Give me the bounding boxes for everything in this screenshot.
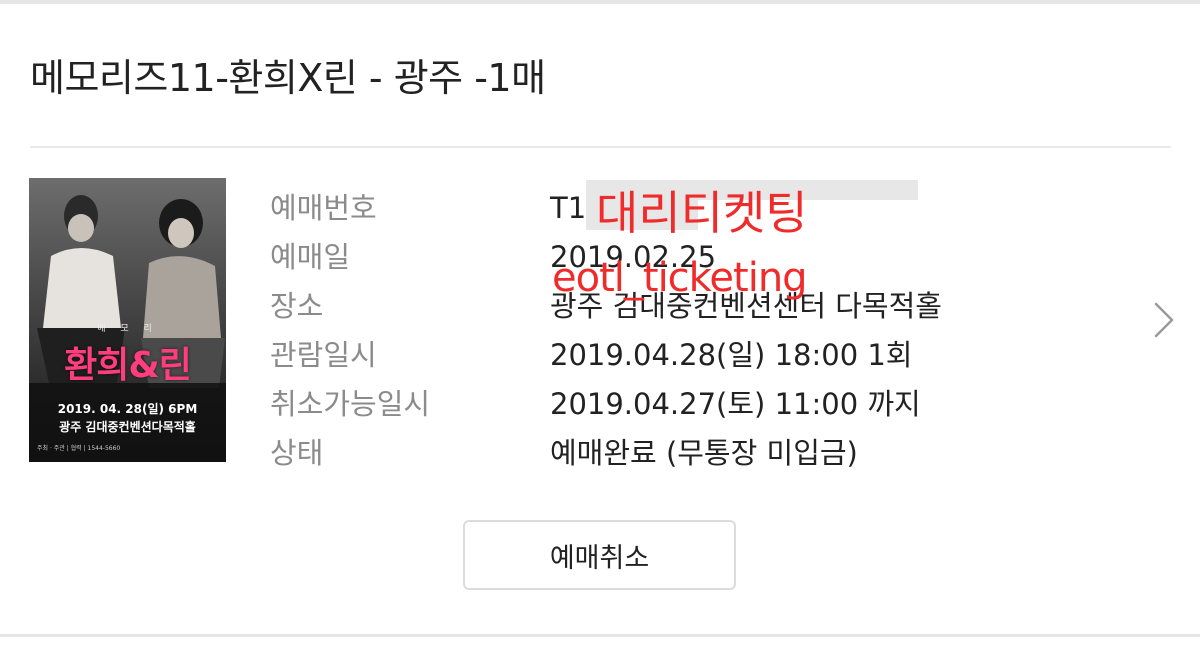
detail-label-show-time: 관람일시	[270, 338, 377, 372]
watermark-english: eotl_ticketing	[552, 255, 808, 301]
page-title: 메모리즈11-환희X린 - 광주 -1매	[30, 56, 546, 100]
poster-subtitle: 메 모 리	[97, 324, 158, 334]
detail-value-booking-number: T1	[550, 191, 587, 225]
top-divider	[0, 0, 1200, 4]
detail-value-cancel-deadline: 2019.04.27(토) 11:00 까지	[550, 387, 921, 421]
poster-footer: 주최 · 주관 | 협력 | 1544-5660	[37, 445, 121, 452]
detail-label-booking-number: 예매번호	[270, 191, 377, 225]
event-poster[interactable]: 메 모 리 환희&린 2019. 04. 28(일) 6PM 광주 김대중컨벤션…	[29, 178, 226, 462]
poster-headline: 환희&린	[64, 345, 192, 386]
title-divider	[30, 146, 1171, 148]
detail-label-venue: 장소	[270, 289, 324, 323]
poster-venue: 광주 김대중컨벤션다목적홀	[59, 420, 196, 434]
chevron-right-icon[interactable]	[1148, 300, 1178, 340]
cancel-booking-button[interactable]: 예매취소	[463, 520, 736, 590]
detail-label-booking-date: 예매일	[270, 240, 351, 274]
bottom-divider	[0, 634, 1200, 637]
detail-value-status: 예매완료 (무통장 미입금)	[550, 436, 858, 470]
watermark-korean: 대리티켓팅	[596, 186, 808, 240]
detail-label-status: 상태	[270, 436, 324, 470]
detail-label-cancel-deadline: 취소가능일시	[270, 387, 431, 421]
poster-date: 2019. 04. 28(일) 6PM	[57, 402, 198, 416]
detail-value-show-time: 2019.04.28(일) 18:00 1회	[550, 338, 913, 372]
